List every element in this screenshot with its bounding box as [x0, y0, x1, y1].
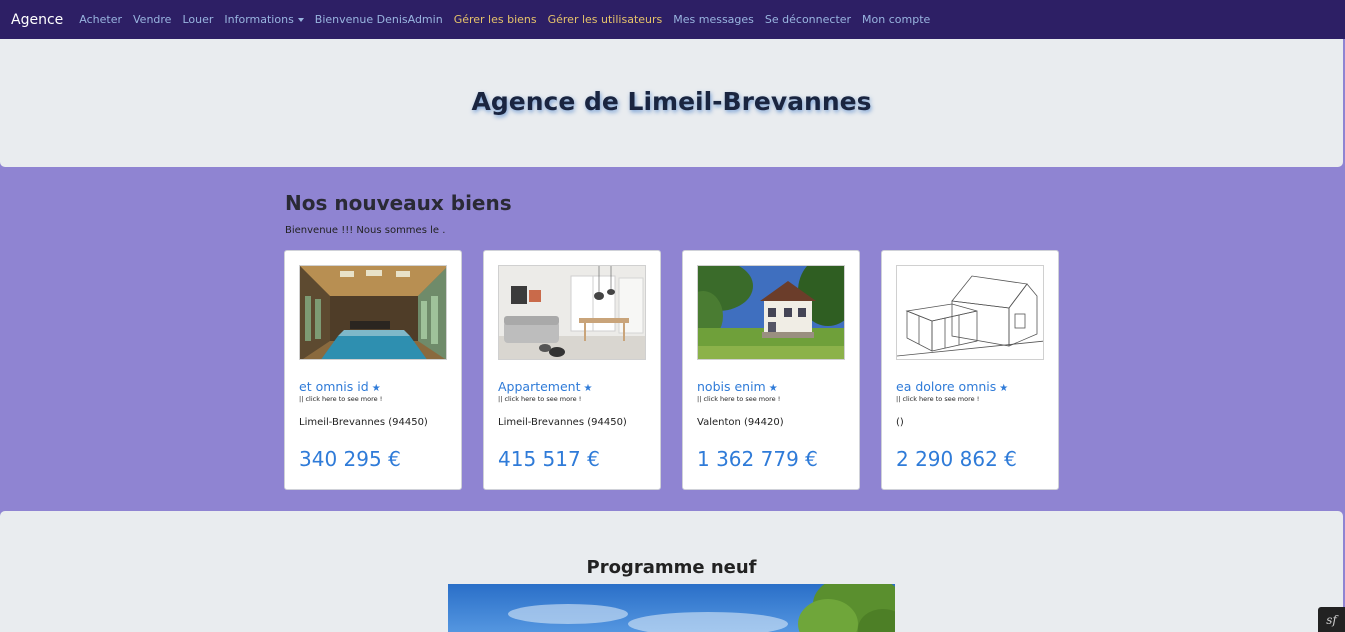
property-location: Limeil-Brevannes (94450) — [299, 417, 428, 428]
property-location: Limeil-Brevannes (94450) — [498, 417, 627, 428]
star-icon: ★ — [583, 383, 593, 394]
property-title-link[interactable]: nobis enim ★ — [697, 379, 778, 394]
property-price: 340 295 € — [299, 447, 401, 471]
property-image-living-room[interactable] — [498, 265, 646, 360]
property-price: 2 290 862 € — [896, 447, 1017, 471]
nav-messages[interactable]: Mes messages — [673, 13, 754, 26]
property-card: Appartement ★ || click here to see more !… — [483, 250, 661, 490]
property-title-link[interactable]: Appartement ★ — [498, 379, 592, 394]
hero-banner: Agence de Limeil-Brevannes — [0, 39, 1343, 167]
symfony-icon: sf — [1326, 612, 1337, 627]
nav-manage-users[interactable]: Gérer les utilisateurs — [548, 13, 663, 26]
property-title: nobis enim — [697, 379, 766, 394]
property-image-indoor-pool[interactable] — [299, 265, 447, 360]
nav-welcome-user[interactable]: Bienvenue DenisAdmin — [315, 13, 443, 26]
property-image-house-garden[interactable] — [697, 265, 845, 360]
programme-image[interactable] — [448, 584, 895, 632]
nav-louer[interactable]: Louer — [182, 13, 213, 26]
property-card: ea dolore omnis ★ || click here to see mo… — [881, 250, 1059, 490]
property-price: 415 517 € — [498, 447, 600, 471]
property-location: () — [896, 417, 904, 428]
property-title: et omnis id — [299, 379, 369, 394]
see-more-link[interactable]: || click here to see more ! — [299, 395, 382, 403]
brand-link[interactable]: Agence — [11, 12, 63, 28]
nav-logout[interactable]: Se déconnecter — [765, 13, 851, 26]
property-location: Valenton (94420) — [697, 417, 784, 428]
listings-subtitle: Bienvenue !!! Nous sommes le . — [285, 225, 446, 236]
nav-informations-label: Informations — [224, 13, 294, 26]
nav-manage-properties[interactable]: Gérer les biens — [454, 13, 537, 26]
nav-vendre[interactable]: Vendre — [133, 13, 171, 26]
programme-title: Programme neuf — [586, 557, 757, 578]
property-title-link[interactable]: ea dolore omnis ★ — [896, 379, 1008, 394]
see-more-link[interactable]: || click here to see more ! — [896, 395, 979, 403]
programme-section: Programme neuf — [0, 511, 1343, 632]
hero-title: Agence de Limeil-Brevannes — [471, 87, 872, 116]
star-icon: ★ — [999, 383, 1009, 394]
see-more-link[interactable]: || click here to see more ! — [498, 395, 581, 403]
nav-informations-dropdown[interactable]: Informations — [224, 13, 304, 26]
property-card: nobis enim ★ || click here to see more ! … — [682, 250, 860, 490]
property-card: et omnis id ★ || click here to see more !… — [284, 250, 462, 490]
see-more-link[interactable]: || click here to see more ! — [697, 395, 780, 403]
star-icon: ★ — [768, 383, 778, 394]
top-navbar: Agence Acheter Vendre Louer Informations… — [0, 0, 1345, 39]
symfony-toolbar-toggle[interactable]: sf — [1318, 607, 1345, 632]
listings-title: Nos nouveaux biens — [285, 191, 512, 215]
property-title-link[interactable]: et omnis id ★ — [299, 379, 381, 394]
nav-account[interactable]: Mon compte — [862, 13, 930, 26]
chevron-down-icon — [297, 18, 304, 22]
property-title: ea dolore omnis — [896, 379, 997, 394]
property-image-house-sketch[interactable] — [896, 265, 1044, 360]
nav-acheter[interactable]: Acheter — [79, 13, 122, 26]
star-icon: ★ — [371, 383, 381, 394]
property-price: 1 362 779 € — [697, 447, 818, 471]
property-title: Appartement — [498, 379, 581, 394]
